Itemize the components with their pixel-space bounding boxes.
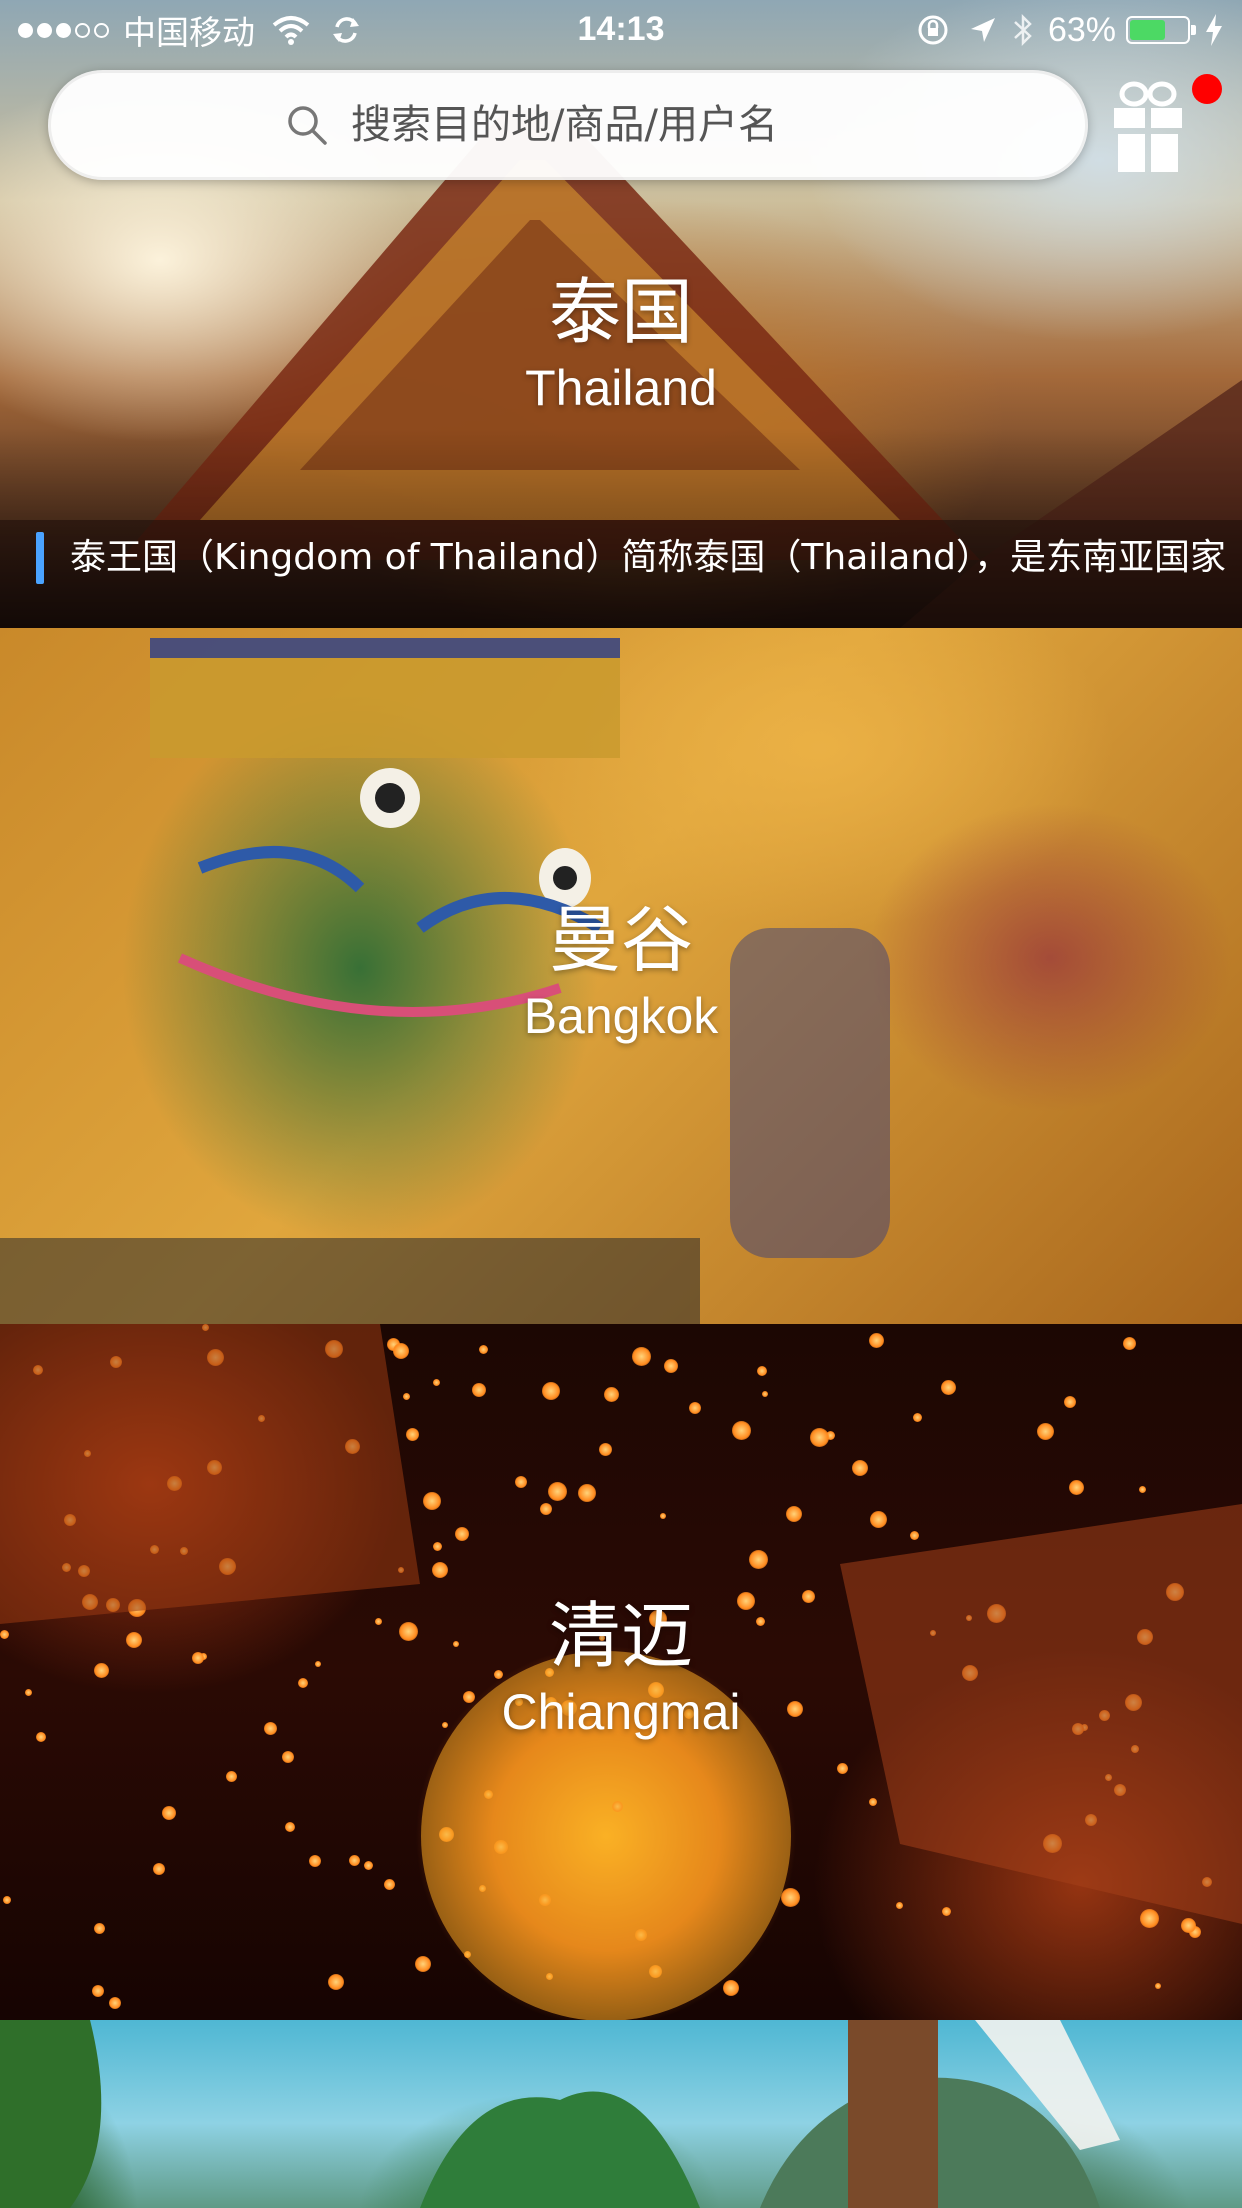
battery-icon bbox=[1126, 16, 1196, 44]
status-right: 63% bbox=[916, 10, 1224, 50]
destination-list-screen: 泰国 Thailand 泰王国（Kingdom of Thailand）简称泰国… bbox=[0, 0, 1242, 2208]
status-bar: 中国移动 14:13 63% bbox=[0, 0, 1242, 60]
gift-button[interactable] bbox=[1112, 80, 1184, 174]
destination-title-zh: 泰国 bbox=[548, 270, 693, 354]
destination-card-bangkok[interactable]: 曼谷 Bangkok bbox=[0, 628, 1242, 1324]
destination-title-en: Chiangmai bbox=[501, 1684, 741, 1740]
search-input[interactable] bbox=[351, 102, 851, 148]
battery-fill bbox=[1130, 20, 1166, 40]
bluetooth-icon bbox=[1014, 13, 1032, 47]
description-accent-bar bbox=[36, 532, 44, 584]
search-bar[interactable] bbox=[48, 70, 1088, 180]
destination-title-en: Bangkok bbox=[523, 988, 719, 1044]
destination-card-chiangmai[interactable]: 清迈 Chiangmai bbox=[0, 1324, 1242, 2020]
battery-percent: 63% bbox=[1047, 10, 1116, 49]
charging-icon bbox=[1206, 14, 1222, 46]
destination-title-en: Thailand bbox=[525, 360, 717, 416]
destination-title-zh: 清迈 bbox=[548, 1594, 693, 1678]
destination-card-next[interactable] bbox=[0, 2020, 1242, 2208]
orientation-lock-icon bbox=[918, 15, 948, 45]
search-icon bbox=[288, 106, 327, 145]
destination-title-zh: 曼谷 bbox=[548, 898, 693, 982]
description-text: 泰王国（Kingdom of Thailand）简称泰国（Thailand），是… bbox=[70, 537, 1227, 578]
karst-islands-graphic bbox=[0, 2020, 1120, 2208]
notification-badge bbox=[1192, 74, 1222, 104]
destination-description: 泰王国（Kingdom of Thailand）简称泰国（Thailand），是… bbox=[36, 528, 1242, 588]
gift-icon bbox=[1114, 81, 1182, 172]
location-icon bbox=[970, 18, 995, 42]
